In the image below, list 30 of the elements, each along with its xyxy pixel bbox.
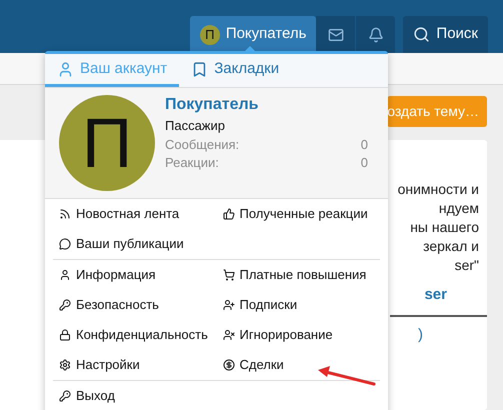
menu-tab[interactable]: Закладки	[179, 54, 292, 87]
article-text: ны нашего	[410, 218, 479, 237]
user-menu-button[interactable]: П Покупатель	[190, 16, 316, 53]
menu-item[interactable]: Новостная лента	[53, 199, 216, 229]
user-title: Пассажир	[165, 117, 226, 135]
article-text: онимности и	[398, 180, 479, 199]
stat-label: Реакции:	[165, 154, 219, 172]
search-button[interactable]: Поиск	[403, 16, 488, 53]
menu-item[interactable]: Настройки	[53, 350, 216, 380]
menu-item[interactable]: Конфиденциальность	[53, 320, 216, 350]
menu-item[interactable]: Подписки	[216, 290, 380, 320]
stat-label: Сообщения:	[165, 136, 240, 154]
stat-value: 0	[360, 136, 368, 154]
menu-item[interactable]: Ваши публикации	[53, 229, 216, 259]
user-avatar: П	[200, 24, 220, 44]
article-text: ser"	[454, 256, 479, 275]
stat-value: 0	[360, 154, 368, 172]
menu-item[interactable]: Информация	[53, 260, 216, 290]
menu-item[interactable]: Выход	[53, 381, 216, 410]
article-link[interactable]: )	[418, 326, 423, 343]
menu-item[interactable]: Платные повышения	[216, 260, 380, 290]
menu-item[interactable]: Безопасность	[53, 290, 216, 320]
menu-item[interactable]: Сделки	[216, 350, 380, 380]
article-text: зеркал и	[423, 237, 479, 256]
profile-avatar: П	[59, 95, 155, 191]
profile-name[interactable]: Покупатель	[165, 95, 368, 115]
menu-item[interactable]: Полученные реакции	[216, 199, 380, 229]
article-link[interactable]: ser	[424, 286, 447, 303]
menu-item[interactable]: Игнорирование	[216, 320, 380, 350]
article-text: ндуем	[438, 199, 479, 218]
